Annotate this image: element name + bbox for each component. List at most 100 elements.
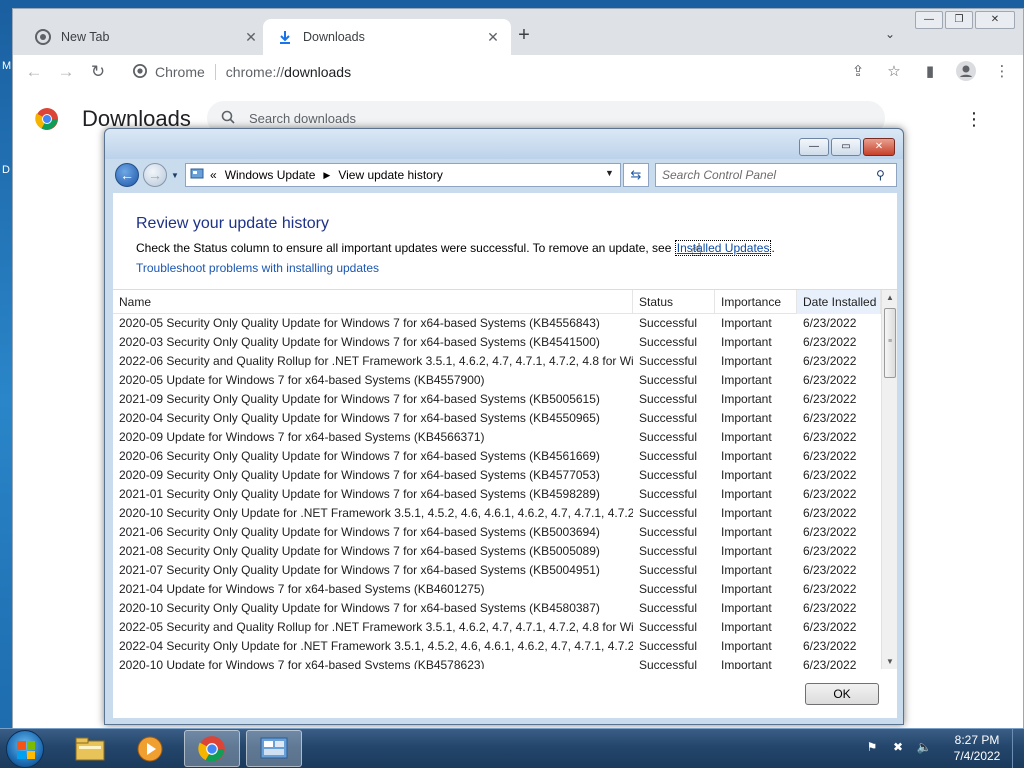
table-row[interactable]: 2020-05 Update for Windows 7 for x64-bas… bbox=[113, 371, 881, 390]
table-row[interactable]: 2020-10 Update for Windows 7 for x64-bas… bbox=[113, 656, 881, 669]
dialog-titlebar[interactable]: — ▭ ✕ bbox=[105, 129, 903, 159]
tab-downloads[interactable]: Downloads ✕ bbox=[263, 19, 511, 55]
download-icon bbox=[277, 29, 293, 45]
minimize-button[interactable]: — bbox=[799, 138, 829, 156]
tab-new-tab[interactable]: New Tab ✕ bbox=[21, 19, 269, 55]
table-row[interactable]: 2021-08 Security Only Quality Update for… bbox=[113, 542, 881, 561]
table-row[interactable]: 2020-04 Security Only Quality Update for… bbox=[113, 409, 881, 428]
column-header-importance[interactable]: Importance bbox=[715, 290, 797, 314]
search-icon[interactable]: ⚲ bbox=[876, 168, 896, 182]
table-cell: 6/23/2022 bbox=[803, 639, 857, 653]
close-icon[interactable]: ✕ bbox=[243, 29, 259, 45]
table-cell: Successful bbox=[639, 354, 698, 368]
table-cell: 6/23/2022 bbox=[803, 316, 857, 330]
installed-updates-link[interactable]: Installed Updates bbox=[674, 240, 772, 256]
close-button[interactable]: ✕ bbox=[863, 138, 895, 156]
table-row[interactable]: 2021-07 Security Only Quality Update for… bbox=[113, 561, 881, 580]
start-button[interactable] bbox=[6, 730, 44, 768]
table-cell: Successful bbox=[639, 620, 698, 634]
ok-button[interactable]: OK bbox=[805, 683, 879, 705]
column-header-status[interactable]: Status bbox=[633, 290, 715, 314]
scroll-down-icon[interactable]: ▼ bbox=[882, 654, 897, 669]
system-clock[interactable]: 8:27 PM 7/4/2022 bbox=[942, 732, 1012, 764]
bookmark-star-icon[interactable]: ☆ bbox=[883, 61, 905, 83]
table-cell: 2021-09 Security Only Quality Update for… bbox=[119, 392, 600, 406]
table-row[interactable]: 2022-06 Security and Quality Rollup for … bbox=[113, 352, 881, 371]
table-row[interactable]: 2021-04 Update for Windows 7 for x64-bas… bbox=[113, 580, 881, 599]
column-header-name[interactable]: Name bbox=[113, 290, 633, 314]
windows-logo-icon bbox=[17, 741, 35, 759]
reload-icon[interactable]: ↻ bbox=[87, 61, 109, 83]
close-icon[interactable]: ✕ bbox=[485, 29, 501, 45]
table-row[interactable]: 2022-05 Security and Quality Rollup for … bbox=[113, 618, 881, 637]
minimize-button[interactable]: — bbox=[915, 11, 943, 29]
address-bar[interactable]: Chrome chrome://downloads bbox=[123, 58, 893, 86]
table-cell: 2021-08 Security Only Quality Update for… bbox=[119, 544, 600, 558]
table-row[interactable]: 2020-09 Update for Windows 7 for x64-bas… bbox=[113, 428, 881, 447]
new-tab-button[interactable]: + bbox=[513, 25, 535, 47]
breadcrumb[interactable]: « Windows Update ▶ View update history bbox=[185, 163, 621, 187]
table-row[interactable]: 2020-10 Security Only Update for .NET Fr… bbox=[113, 504, 881, 523]
show-desktop-button[interactable] bbox=[1012, 729, 1024, 768]
table-cell: 2021-04 Update for Windows 7 for x64-bas… bbox=[119, 582, 485, 596]
tab-search-chevron-icon[interactable]: ⌄ bbox=[885, 27, 895, 41]
breadcrumb-item-view-update-history[interactable]: View update history bbox=[338, 168, 443, 182]
back-arrow-icon[interactable]: ← bbox=[23, 61, 45, 83]
table-cell: 6/23/2022 bbox=[803, 525, 857, 539]
breadcrumb-overflow[interactable]: « bbox=[210, 168, 217, 182]
table-cell: Important bbox=[721, 392, 772, 406]
scrollbar-thumb[interactable]: ≡ bbox=[884, 308, 896, 378]
kebab-menu-icon[interactable]: ⋮ bbox=[991, 61, 1013, 83]
kebab-menu-icon[interactable]: ⋮ bbox=[965, 109, 983, 130]
history-chevron-icon[interactable]: ▼ bbox=[171, 171, 179, 180]
troubleshoot-link[interactable]: Troubleshoot problems with installing up… bbox=[136, 261, 379, 275]
site-label: Chrome bbox=[155, 64, 216, 80]
table-cell: Important bbox=[721, 506, 772, 520]
table-cell: Important bbox=[721, 544, 772, 558]
volume-icon[interactable]: 🔈 bbox=[916, 739, 932, 755]
close-window-button[interactable]: ✕ bbox=[975, 11, 1015, 29]
profile-avatar-icon[interactable] bbox=[955, 61, 977, 83]
control-panel-icon[interactable] bbox=[246, 730, 302, 767]
table-row[interactable]: 2020-05 Security Only Quality Update for… bbox=[113, 314, 881, 333]
table-row[interactable]: 2021-06 Security Only Quality Update for… bbox=[113, 523, 881, 542]
breadcrumb-item-windows-update[interactable]: Windows Update bbox=[225, 168, 316, 182]
dialog-content: Review your update history Check the Sta… bbox=[113, 193, 897, 718]
vertical-scrollbar[interactable]: ▲ ≡ ▼ bbox=[881, 290, 897, 669]
refresh-icon[interactable]: ⇆ bbox=[623, 163, 649, 187]
table-cell: 6/23/2022 bbox=[803, 544, 857, 558]
table-row[interactable]: 2021-01 Security Only Quality Update for… bbox=[113, 485, 881, 504]
back-arrow-icon[interactable]: ← bbox=[115, 163, 139, 187]
forward-arrow-icon[interactable]: → bbox=[143, 163, 167, 187]
scroll-up-icon[interactable]: ▲ bbox=[882, 290, 897, 306]
chevron-right-icon[interactable]: ▶ bbox=[323, 170, 330, 181]
network-disconnected-icon[interactable]: ✖ bbox=[890, 739, 906, 755]
forward-arrow-icon[interactable]: → bbox=[55, 61, 77, 83]
maximize-button[interactable]: ▭ bbox=[831, 138, 861, 156]
page-title: Review your update history bbox=[136, 215, 329, 232]
table-row[interactable]: 2020-06 Security Only Quality Update for… bbox=[113, 447, 881, 466]
action-center-flag-icon[interactable]: ⚑ bbox=[864, 739, 880, 755]
table-row[interactable]: 2020-09 Security Only Quality Update for… bbox=[113, 466, 881, 485]
hand-cursor-icon: ☝ bbox=[691, 240, 702, 260]
media-player-icon[interactable] bbox=[122, 730, 178, 767]
table-row[interactable]: 2021-09 Security Only Quality Update for… bbox=[113, 390, 881, 409]
share-icon[interactable]: ⇪ bbox=[847, 61, 869, 83]
chevron-down-icon[interactable]: ▼ bbox=[605, 168, 614, 178]
table-cell: 6/23/2022 bbox=[803, 335, 857, 349]
table-cell: 6/23/2022 bbox=[803, 373, 857, 387]
table-cell: 6/23/2022 bbox=[803, 620, 857, 634]
table-row[interactable]: 2022-04 Security Only Update for .NET Fr… bbox=[113, 637, 881, 656]
column-header-date-installed[interactable]: Date Installed bbox=[797, 290, 881, 314]
browser-toolbar: ← → ↻ Chrome chrome://downloads ⇪ ☆ ▮ ⋮ bbox=[13, 55, 1023, 89]
search-input[interactable]: Search Control Panel ⚲ bbox=[655, 163, 897, 187]
table-row[interactable]: 2020-10 Security Only Quality Update for… bbox=[113, 599, 881, 618]
chrome-icon[interactable] bbox=[184, 730, 240, 767]
table-cell: 6/23/2022 bbox=[803, 582, 857, 596]
update-history-dialog: — ▭ ✕ ← → ▼ « Windows Update ▶ View upda… bbox=[104, 128, 904, 725]
maximize-button[interactable]: ❐ bbox=[945, 11, 973, 29]
windows-explorer-icon[interactable] bbox=[62, 730, 118, 767]
table-cell: 6/23/2022 bbox=[803, 506, 857, 520]
side-panel-icon[interactable]: ▮ bbox=[919, 61, 941, 83]
table-row[interactable]: 2020-03 Security Only Quality Update for… bbox=[113, 333, 881, 352]
